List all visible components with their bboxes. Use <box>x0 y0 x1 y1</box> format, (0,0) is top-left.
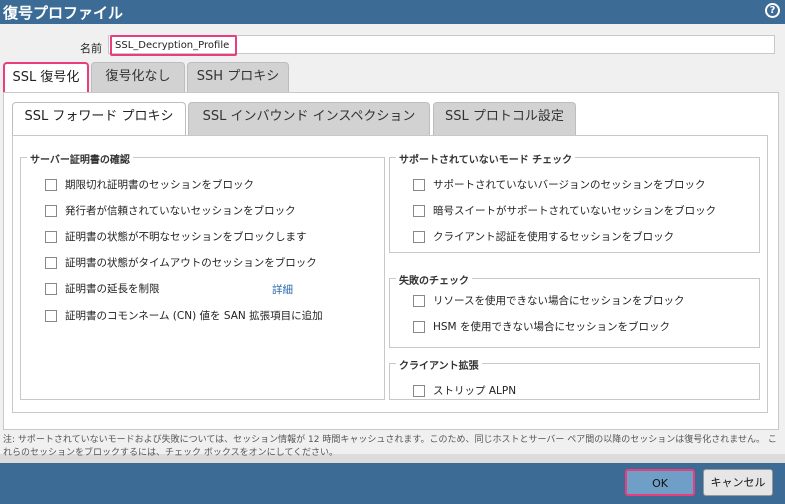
checkbox-row[interactable]: 発行者が信頼されていないセッションをブロック <box>45 203 296 218</box>
checkbox[interactable] <box>45 282 57 295</box>
checkbox[interactable] <box>413 294 425 307</box>
checkbox-row[interactable]: 証明書の延長を制限 <box>45 281 160 296</box>
ok-button[interactable]: OK <box>625 469 695 496</box>
title-bar: 復号プロファイル ? <box>0 0 785 24</box>
checkbox-row[interactable]: クライアント認証を使用するセッションをブロック <box>413 229 674 244</box>
tab-ssl-decryption[interactable]: SSL 復号化 <box>3 62 89 92</box>
checkbox-label: 証明書のコモンネーム (CN) 値を SAN 拡張項目に追加 <box>65 310 323 322</box>
checkbox-row[interactable]: リソースを使用できない場合にセッションをブロック <box>413 293 684 308</box>
checkbox[interactable] <box>45 230 57 243</box>
server-cert-fieldset: サーバー証明書の確認 <box>20 151 385 400</box>
tab-ssl-forward-proxy[interactable]: SSL フォワード プロキシ <box>12 102 186 136</box>
checkbox-row[interactable]: 証明書の状態がタイムアウトのセッションをブロック <box>45 255 317 270</box>
unsupported-mode-legend: サポートされていないモード チェック <box>396 151 576 166</box>
checkbox-row[interactable]: HSM を使用できない場合にセッションをブロック <box>413 319 670 334</box>
checkbox-row[interactable]: 証明書の状態が不明なセッションをブロックします <box>45 229 307 244</box>
checkbox-label: 証明書の状態がタイムアウトのセッションをブロック <box>65 257 317 269</box>
checkbox-label: サポートされていないバージョンのセッションをブロック <box>433 179 706 191</box>
checkbox-label: 発行者が信頼されていないセッションをブロック <box>65 205 296 217</box>
checkbox-label: 暗号スイートがサポートされていないセッションをブロック <box>433 205 717 217</box>
checkbox-row[interactable]: 暗号スイートがサポートされていないセッションをブロック <box>413 203 716 218</box>
name-label: 名前 <box>80 42 102 55</box>
tab-ssl-protocol-settings[interactable]: SSL プロトコル設定 <box>433 102 576 135</box>
checkbox-label: HSM を使用できない場合にセッションをブロック <box>433 321 670 333</box>
checkbox[interactable] <box>413 384 425 397</box>
checkbox[interactable] <box>413 230 425 243</box>
checkbox[interactable] <box>413 320 425 333</box>
checkbox[interactable] <box>413 178 425 191</box>
checkbox-row[interactable]: 証明書のコモンネーム (CN) 値を SAN 拡張項目に追加 <box>45 308 323 323</box>
checkbox-row[interactable]: サポートされていないバージョンのセッションをブロック <box>413 177 705 192</box>
tab-ssh-proxy[interactable]: SSH プロキシ <box>187 62 289 92</box>
checkbox-label: 証明書の延長を制限 <box>65 283 160 295</box>
checkbox[interactable] <box>413 204 425 217</box>
checkbox[interactable] <box>45 204 57 217</box>
client-extension-legend: クライアント拡張 <box>396 357 482 372</box>
checkbox-label: ストリップ ALPN <box>433 385 517 397</box>
checkbox[interactable] <box>45 309 57 322</box>
server-cert-legend: サーバー証明書の確認 <box>27 151 133 166</box>
failure-check-fieldset: 失敗のチェック <box>389 272 760 348</box>
checkbox-label: リソースを使用できない場合にセッションをブロック <box>433 295 685 307</box>
cancel-button[interactable]: キャンセル <box>703 469 773 496</box>
checkbox-label: 証明書の状態が不明なセッションをブロックします <box>65 231 307 243</box>
details-link[interactable]: 詳細 <box>272 282 293 297</box>
checkbox-row[interactable]: 期限切れ証明書のセッションをブロック <box>45 177 254 192</box>
checkbox-row[interactable]: ストリップ ALPN <box>413 383 516 398</box>
tab-no-decryption[interactable]: 復号化なし <box>91 62 185 92</box>
failure-check-legend: 失敗のチェック <box>396 272 472 287</box>
checkbox[interactable] <box>45 178 57 191</box>
help-icon[interactable]: ? <box>765 3 780 18</box>
button-bar: OK キャンセル <box>0 463 785 504</box>
footnote: 注: サポートされていないモードおよび失敗については、セッション情報が 12 時… <box>3 435 777 458</box>
tab-ssl-inbound-inspection[interactable]: SSL インバウンド インスペクション <box>188 102 430 135</box>
checkbox-label: 期限切れ証明書のセッションをブロック <box>65 179 254 191</box>
name-value[interactable]: SSL_Decryption_Profile <box>110 35 237 56</box>
dialog-title: 復号プロファイル <box>3 4 124 22</box>
checkbox-label: クライアント認証を使用するセッションをブロック <box>433 231 675 243</box>
checkbox[interactable] <box>45 256 57 269</box>
